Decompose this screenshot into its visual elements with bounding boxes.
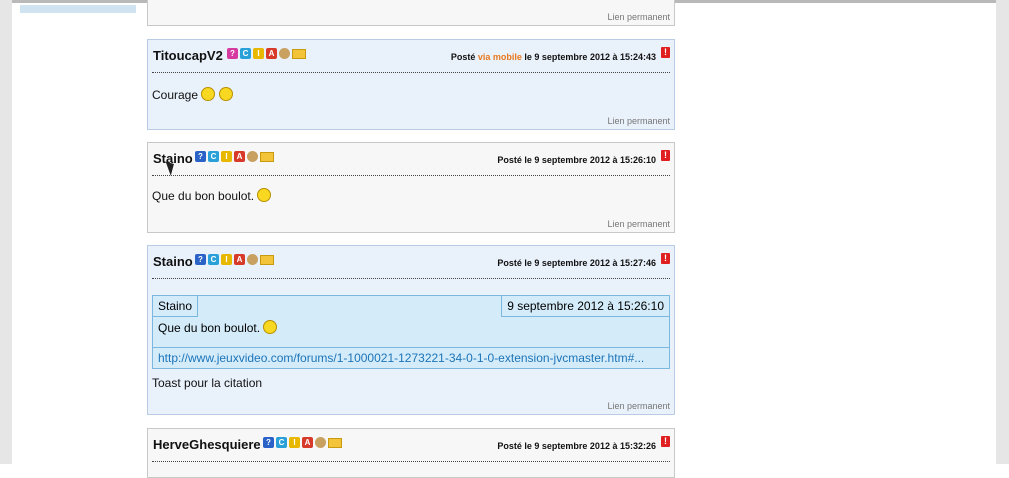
extension-icon [279,48,290,59]
quote-date: 9 septembre 2012 à 15:26:10 [501,296,669,317]
a-badge-icon[interactable]: A [302,437,313,448]
extension-icon [247,151,258,162]
post-meta: Posté le 9 septembre 2012 à 15:27:46 [497,258,656,268]
c-badge-icon[interactable]: C [208,151,219,162]
report-alert-icon[interactable]: ! [661,150,670,161]
smiley-icon [263,320,278,334]
forum-post: Lien permanent [147,0,675,26]
post-meta: Posté le 9 septembre 2012 à 15:26:10 [497,155,656,165]
post-meta: Posté via mobile le 9 septembre 2012 à 1… [450,52,656,62]
post-body: Toast pour la citation [152,376,263,390]
right-scrollbar-gutter[interactable] [996,0,1009,464]
help-badge-icon[interactable]: ? [263,437,274,448]
quote-text: Que du bon boulot. [158,320,278,335]
sidebar-block [20,5,136,13]
left-gutter [0,0,12,464]
report-alert-icon[interactable]: ! [661,47,670,58]
post-header: TitoucapV2 ? C I A Posté via mobile le 9… [152,40,670,73]
forum-post: HerveGhesquiere ? C I A Posté le 9 septe… [147,428,675,478]
smiley-icon [218,87,233,101]
post-author[interactable]: Staino [153,254,193,269]
post-author[interactable]: TitoucapV2 [153,48,223,63]
permalink-link[interactable]: Lien permanent [607,219,670,229]
info-badge-icon[interactable]: I [221,151,232,162]
smiley-icon [257,188,272,202]
quote-source-link[interactable]: http://www.jeuxvideo.com/forums/1-100002… [153,347,669,368]
user-badges: ? C I A [195,151,274,162]
post-header: Staino ? C I A Posté le 9 septembre 2012… [152,246,670,279]
report-alert-icon[interactable]: ! [661,436,670,447]
post-body: Que du bon boulot. [152,188,670,203]
help-badge-icon[interactable]: ? [195,254,206,265]
info-badge-icon[interactable]: I [289,437,300,448]
post-author[interactable]: HerveGhesquiere [153,437,261,452]
user-badges: ? C I A [263,437,342,448]
smiley-icon [201,87,216,101]
extension-icon [315,437,326,448]
via-mobile-link[interactable]: via mobile [478,52,522,62]
mail-icon[interactable] [292,49,306,59]
forum-post: Staino ? C I A Posté le 9 septembre 2012… [147,142,675,233]
forum-post: TitoucapV2 ? C I A Posté via mobile le 9… [147,39,675,130]
user-badges: ? C I A [227,48,306,59]
quote-author[interactable]: Staino [153,296,199,317]
help-badge-icon[interactable]: ? [195,151,206,162]
a-badge-icon[interactable]: A [234,254,245,265]
c-badge-icon[interactable]: C [208,254,219,265]
c-badge-icon[interactable]: C [240,48,251,59]
info-badge-icon[interactable]: I [253,48,264,59]
extension-icon [247,254,258,265]
a-badge-icon[interactable]: A [266,48,277,59]
c-badge-icon[interactable]: C [276,437,287,448]
permalink-link[interactable]: Lien permanent [607,12,670,22]
mail-icon[interactable] [328,438,342,448]
help-badge-icon[interactable]: ? [227,48,238,59]
mail-icon[interactable] [260,255,274,265]
permalink-link[interactable]: Lien permanent [607,401,670,411]
quote-block: Staino 9 septembre 2012 à 15:26:10 Que d… [152,295,670,369]
info-badge-icon[interactable]: I [221,254,232,265]
post-meta: Posté le 9 septembre 2012 à 15:32:26 [497,441,656,451]
user-badges: ? C I A [195,254,274,265]
post-body: Courage [152,87,670,102]
mail-icon[interactable] [260,152,274,162]
post-header: Staino ? C I A Posté le 9 septembre 2012… [152,143,670,176]
post-header: HerveGhesquiere ? C I A Posté le 9 septe… [152,429,670,462]
forum-post: Staino ? C I A Posté le 9 septembre 2012… [147,245,675,415]
a-badge-icon[interactable]: A [234,151,245,162]
report-alert-icon[interactable]: ! [661,253,670,264]
permalink-link[interactable]: Lien permanent [607,116,670,126]
